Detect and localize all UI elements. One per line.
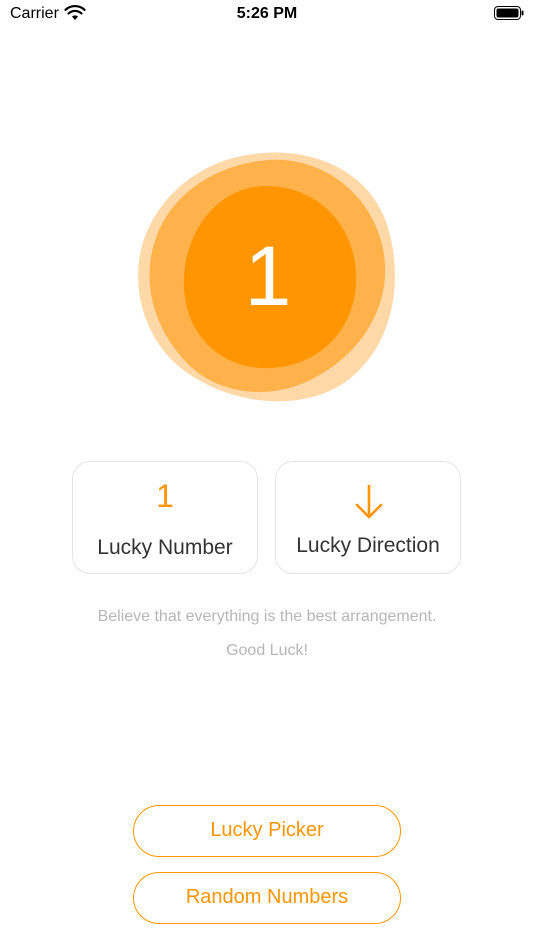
random-numbers-button[interactable]: Random Numbers xyxy=(133,872,401,924)
hero-number: 1 xyxy=(244,229,292,323)
message-line-1: Believe that everything is the best arra… xyxy=(97,608,437,625)
status-bar: Carrier 5:26 PM xyxy=(0,0,534,30)
arrow-down-icon xyxy=(355,484,383,519)
lucky-number-card[interactable]: 1 Lucky Number xyxy=(72,461,258,574)
lucky-direction-card[interactable]: Lucky Direction xyxy=(275,461,461,574)
clock: 5:26 PM xyxy=(236,5,298,22)
lucky-number-value: 1 xyxy=(156,478,174,514)
lucky-direction-label: Lucky Direction xyxy=(296,534,440,557)
message-line-2: Good Luck! xyxy=(226,642,308,659)
lucky-number-blob[interactable]: 1 xyxy=(136,150,400,406)
battery-icon xyxy=(494,6,524,20)
lucky-picker-button[interactable]: Lucky Picker xyxy=(133,805,401,857)
lucky-number-label: Lucky Number xyxy=(97,536,233,559)
